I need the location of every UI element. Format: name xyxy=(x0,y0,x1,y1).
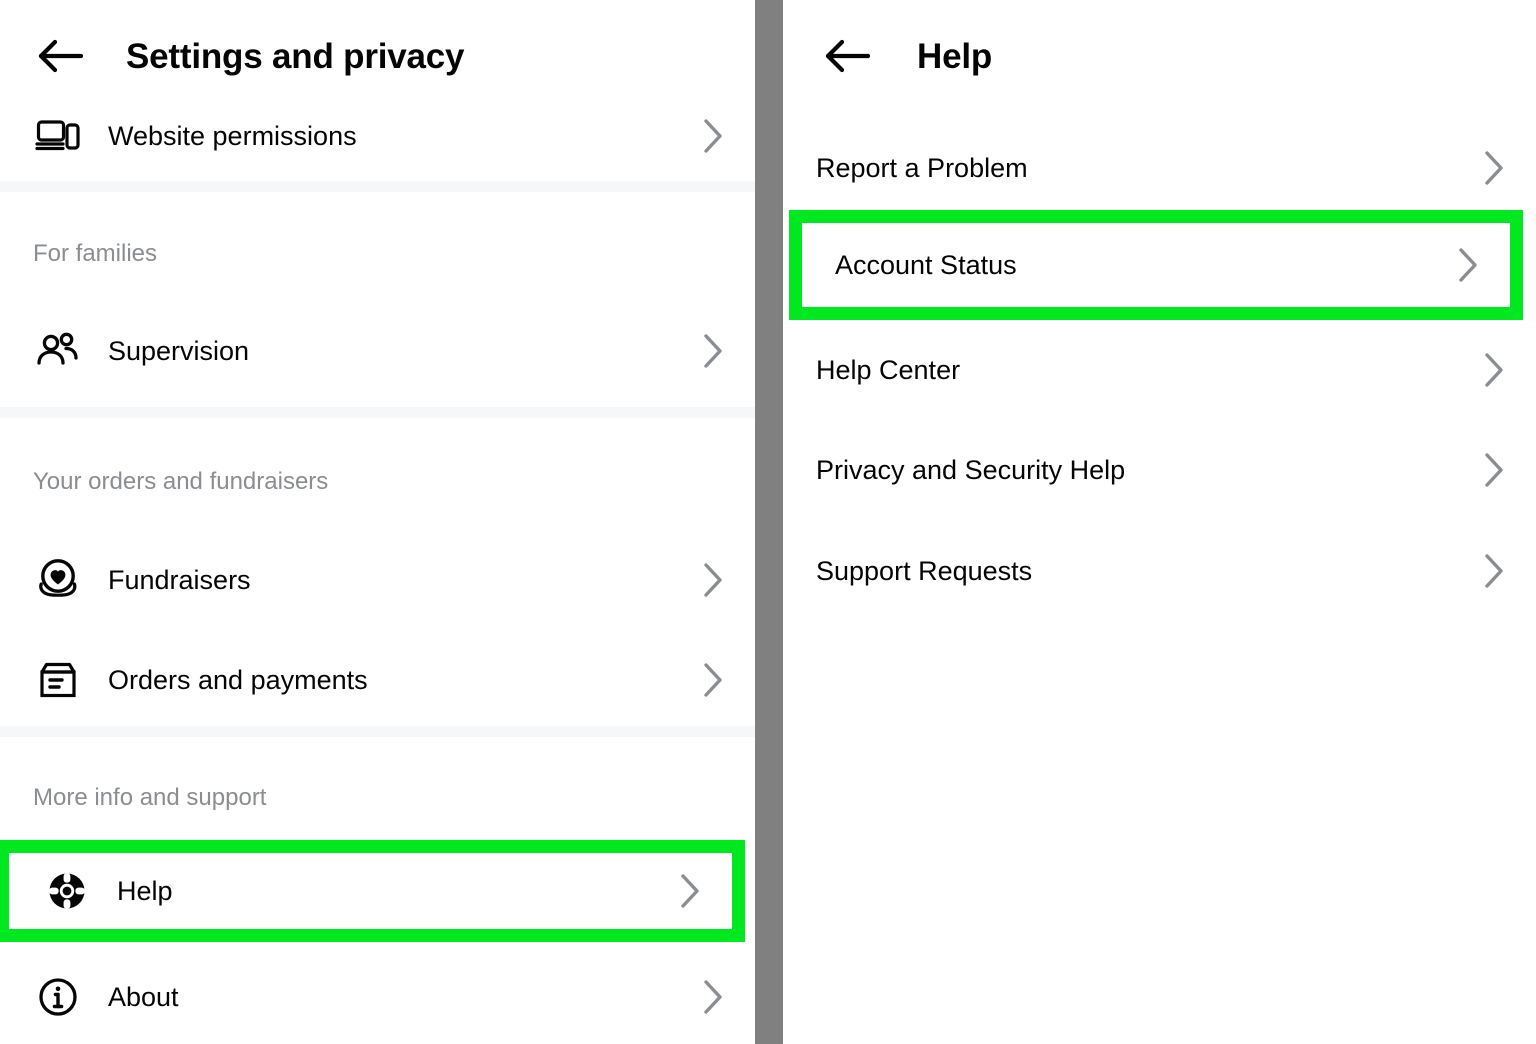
settings-help-split-screen: Settings and privacy Website permissions xyxy=(0,0,1536,1044)
back-arrow-icon[interactable] xyxy=(819,27,877,85)
settings-row-orders-and-payments[interactable]: Orders and payments xyxy=(0,638,755,722)
chevron-right-icon xyxy=(1456,245,1480,285)
help-highlight-box: Help xyxy=(0,840,745,942)
chevron-right-icon xyxy=(701,977,725,1017)
help-row-report-a-problem[interactable]: Report a Problem xyxy=(783,126,1536,210)
settings-row-supervision[interactable]: Supervision xyxy=(0,309,755,393)
settings-row-label: Orders and payments xyxy=(108,664,368,695)
help-row-support-requests[interactable]: Support Requests xyxy=(783,529,1536,613)
chevron-right-icon xyxy=(1482,551,1506,591)
settings-row-about[interactable]: About xyxy=(0,955,755,1039)
section-label-for-families: For families xyxy=(33,240,158,267)
chevron-right-icon xyxy=(701,116,725,156)
chevron-right-icon xyxy=(1482,450,1506,490)
settings-row-label: Website permissions xyxy=(108,120,357,151)
settings-row-label: Fundraisers xyxy=(108,564,251,595)
section-label-orders-fundraisers: Your orders and fundraisers xyxy=(33,468,329,495)
settings-row-label: About xyxy=(108,981,179,1012)
help-row-label: Report a Problem xyxy=(816,152,1028,183)
help-row-label: Account Status xyxy=(835,249,1017,280)
help-row-account-status[interactable]: Account Status xyxy=(802,223,1510,307)
chevron-right-icon xyxy=(1482,350,1506,390)
section-divider xyxy=(0,181,755,192)
help-row-label: Help Center xyxy=(816,354,961,385)
chevron-right-icon xyxy=(701,560,725,600)
help-row-privacy-and-security-help[interactable]: Privacy and Security Help xyxy=(783,428,1536,512)
account-status-highlight-box: Account Status xyxy=(789,210,1523,320)
settings-row-help[interactable]: Help xyxy=(9,853,732,929)
right-panel-header: Help xyxy=(783,0,1536,112)
settings-privacy-panel: Settings and privacy Website permissions xyxy=(0,0,755,1044)
settings-row-label: Supervision xyxy=(108,335,250,366)
section-label-more-info-support: More info and support xyxy=(33,784,267,811)
help-row-label: Support Requests xyxy=(816,555,1033,586)
devices-icon xyxy=(27,105,89,167)
page-title: Help xyxy=(917,36,993,76)
page-title: Settings and privacy xyxy=(126,36,465,76)
people-icon xyxy=(27,320,89,382)
help-row-label: Privacy and Security Help xyxy=(816,454,1126,485)
heart-circle-icon xyxy=(27,549,89,611)
help-panel: Help Report a Problem Help Center Privac… xyxy=(783,0,1536,1044)
info-circle-icon xyxy=(27,966,89,1028)
lifebuoy-icon xyxy=(36,860,98,922)
help-row-help-center[interactable]: Help Center xyxy=(783,328,1536,412)
section-divider xyxy=(0,726,755,737)
settings-row-website-permissions[interactable]: Website permissions xyxy=(0,94,755,178)
panel-gutter-divider xyxy=(755,0,783,1044)
back-arrow-icon[interactable] xyxy=(32,27,90,85)
chevron-right-icon xyxy=(701,660,725,700)
chevron-right-icon xyxy=(701,331,725,371)
box-icon xyxy=(27,649,89,711)
chevron-right-icon xyxy=(678,871,702,911)
section-divider xyxy=(0,407,755,418)
settings-row-fundraisers[interactable]: Fundraisers xyxy=(0,538,755,622)
settings-row-label: Help xyxy=(117,875,173,906)
chevron-right-icon xyxy=(1482,148,1506,188)
